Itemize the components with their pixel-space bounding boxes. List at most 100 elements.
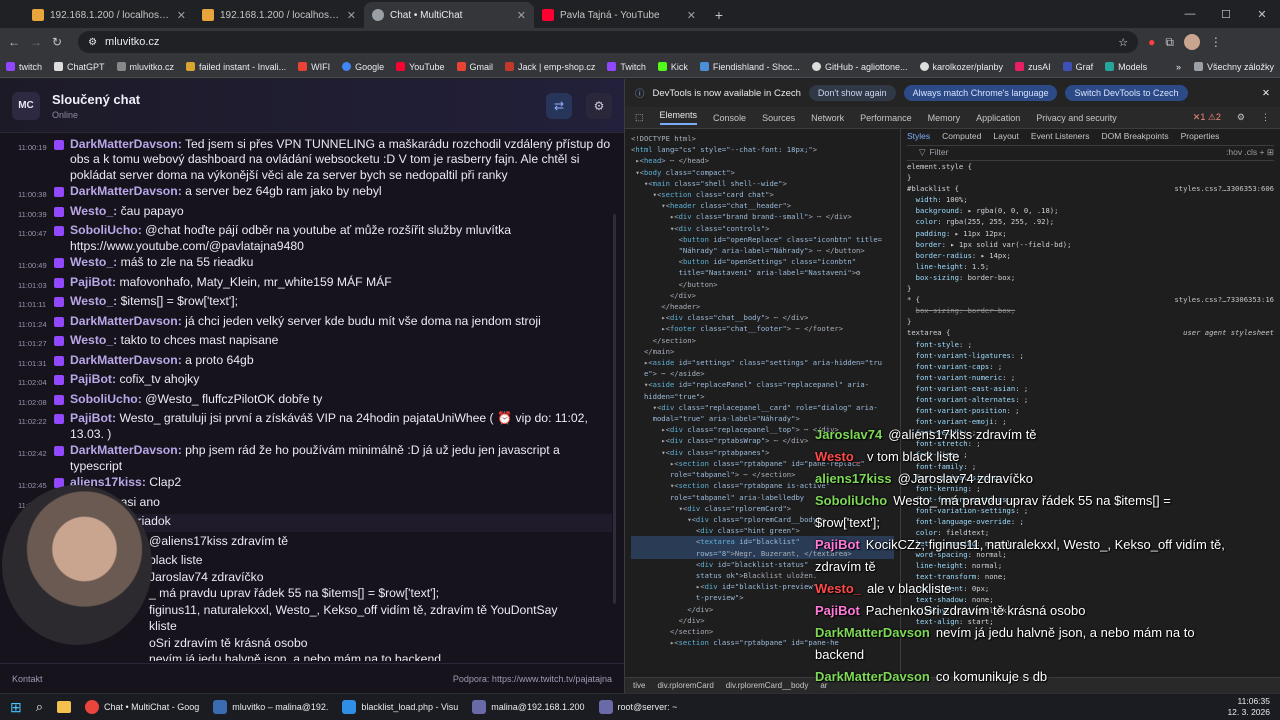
tab-application[interactable]: Application [976, 113, 1020, 123]
message-username[interactable]: SoboliUcho: [70, 392, 142, 406]
bookmark-item[interactable]: failed instant - Invali... [186, 62, 286, 72]
bookmark-item[interactable]: Graf [1062, 62, 1093, 72]
bookmark-item[interactable]: Gmail [456, 62, 493, 72]
close-tab-icon[interactable]: ✕ [347, 9, 356, 22]
support-link[interactable]: Podpora: https://www.twitch.tv/pajatajna [453, 674, 612, 684]
extensions-puzzle-icon[interactable]: ⧉ [1165, 35, 1174, 50]
dont-show-again-button[interactable]: Don't show again [808, 85, 896, 101]
bookmark-item[interactable]: Fiendishland - Shoc... [699, 62, 800, 72]
bookmark-item[interactable]: twitch [6, 62, 42, 72]
tab-network[interactable]: Network [811, 113, 844, 123]
close-tab-icon[interactable]: ✕ [687, 9, 696, 22]
bookmark-item[interactable]: Models [1105, 62, 1147, 72]
browser-tab-3[interactable]: Chat • MultiChat ✕ [364, 2, 534, 28]
tab-elements[interactable]: Elements [659, 110, 698, 125]
elements-tree[interactable]: <!DOCTYPE html> <html lang="cs" style="-… [625, 129, 901, 673]
message-username[interactable]: Westo_: [70, 204, 117, 218]
bookmark-item[interactable]: Google [342, 62, 384, 72]
tab-event-listeners[interactable]: Event Listeners [1031, 131, 1090, 142]
profile-avatar[interactable] [1183, 34, 1200, 50]
minimize-icon[interactable]: — [1172, 0, 1208, 28]
tab-sources[interactable]: Sources [762, 113, 795, 123]
maximize-icon[interactable]: ☐ [1208, 0, 1244, 28]
breadcrumb-item[interactable]: div.rploremCard__body [726, 681, 809, 690]
message-username[interactable]: PajiBot: [70, 411, 116, 425]
message-username[interactable]: Westo_: [70, 255, 117, 269]
message-username[interactable]: Westo_: [70, 333, 117, 347]
message-username[interactable]: DarkMatterDavson: [70, 443, 182, 457]
message-username[interactable]: PajiBot: [70, 275, 116, 289]
close-tab-icon[interactable]: ✕ [177, 9, 186, 22]
menu-kebab-icon[interactable]: ⋮ [1210, 35, 1222, 49]
taskbar-item[interactable]: blacklist_load.php - Visu [342, 700, 458, 714]
close-tab-icon[interactable]: ✕ [517, 9, 526, 22]
dom-line-selected[interactable]: <textarea id="blacklist" [631, 536, 894, 548]
styles-pane[interactable]: Styles Computed Layout Event Listeners D… [901, 129, 1280, 673]
message-username[interactable]: DarkMatterDavson: [70, 137, 182, 151]
message-username[interactable]: SoboliUcho: [70, 223, 142, 237]
system-clock[interactable]: 11:06:35 12. 3. 2026 [1227, 696, 1270, 718]
gear-icon[interactable]: ⚙ [1237, 112, 1245, 123]
switch-language-button[interactable]: Switch DevTools to Czech [1065, 85, 1188, 101]
bookmark-item[interactable]: Kick [657, 62, 688, 72]
tab-dom-breakpoints[interactable]: DOM Breakpoints [1102, 131, 1169, 142]
taskbar-item[interactable]: malina@192.168.1.200 [472, 700, 585, 714]
message-username[interactable]: DarkMatterDavson: [70, 314, 182, 328]
browser-tab-2[interactable]: 192.168.1.200 / localhost / mlu ✕ [194, 2, 364, 28]
browser-tab-4[interactable]: Pavla Tajná - YouTube ✕ [534, 2, 704, 28]
chat-scrollbar[interactable] [613, 214, 616, 604]
message-username[interactable]: DarkMatterDavson: [70, 184, 182, 198]
new-tab-button[interactable]: + [704, 2, 734, 28]
tab-properties[interactable]: Properties [1181, 131, 1220, 142]
tab-computed[interactable]: Computed [942, 131, 981, 142]
bookmark-item[interactable]: karolkozer/planby [919, 62, 1003, 72]
tab-privacy[interactable]: Privacy and security [1036, 113, 1117, 123]
message-username[interactable]: PajiBot: [70, 372, 116, 386]
extension-icon[interactable]: ● [1148, 35, 1155, 49]
menu-kebab-icon[interactable]: ⋮ [1261, 112, 1270, 123]
breadcrumb-item[interactable]: div.rploremCard [657, 681, 713, 690]
all-bookmarks[interactable]: » Všechny záložky [1176, 62, 1274, 72]
bookmark-item[interactable]: Twitch [607, 62, 646, 72]
bookmark-item[interactable]: YouTube [396, 62, 445, 72]
error-badge[interactable]: ✕1 ⚠2 [1193, 112, 1221, 123]
taskbar-item[interactable]: Chat • MultiChat - Goog [85, 700, 199, 714]
message-username[interactable]: Westo_: [70, 294, 117, 308]
site-info-icon[interactable]: ⚙ [88, 37, 97, 48]
message-username[interactable]: DarkMatterDavson: [70, 353, 182, 367]
taskbar-item[interactable]: mluvitko – malina@192. [213, 700, 328, 714]
contact-link[interactable]: Kontakt [12, 674, 43, 684]
bookmark-item[interactable]: mluvitko.cz [116, 62, 174, 72]
bookmark-item[interactable]: GitHub - agliottone... [811, 62, 908, 72]
tab-performance[interactable]: Performance [860, 113, 912, 123]
file-explorer-icon[interactable] [57, 701, 72, 713]
settings-button[interactable]: ⚙ [586, 92, 612, 119]
close-icon[interactable]: ✕ [1262, 88, 1270, 99]
reload-icon[interactable]: ↻ [52, 35, 62, 49]
browser-tab-1[interactable]: 192.168.1.200 / localhost / mlu ✕ [24, 2, 194, 28]
breadcrumb-item[interactable]: tive [633, 681, 645, 690]
match-language-button[interactable]: Always match Chrome's language [903, 85, 1058, 101]
bookmark-item[interactable]: ChatGPT [54, 62, 105, 72]
forward-icon[interactable]: → [30, 35, 42, 49]
dom-line-selected[interactable]: rows="8">Negr, Buzerant, </textarea> [631, 547, 894, 559]
taskbar-item[interactable]: root@server: ~ [598, 700, 677, 714]
replacements-button[interactable]: ⇄ [546, 92, 572, 119]
tab-layout[interactable]: Layout [993, 131, 1019, 142]
address-bar[interactable]: ⚙ mluvitko.cz ☆ [78, 31, 1139, 53]
styles-filter[interactable]: ▽ Filter :hov .cls + ⊞ [907, 146, 1274, 161]
inspect-icon[interactable]: ⬚ [635, 112, 644, 123]
bookmark-item[interactable]: WIFI [298, 62, 330, 72]
bookmark-item[interactable]: Jack | emp-shop.cz [505, 62, 595, 72]
tab-console[interactable]: Console [713, 113, 746, 123]
tab-memory[interactable]: Memory [928, 113, 961, 123]
windows-start-icon[interactable]: ⊞ [10, 699, 22, 716]
bookmark-item[interactable]: zusAI [1015, 62, 1051, 72]
filter-toggles[interactable]: :hov .cls + ⊞ [1226, 147, 1274, 158]
bookmark-star-icon[interactable]: ☆ [1118, 36, 1128, 49]
close-window-icon[interactable]: ✕ [1244, 0, 1280, 28]
breadcrumb-item[interactable]: ar [820, 681, 827, 690]
back-icon[interactable]: ← [8, 35, 20, 49]
tab-styles[interactable]: Styles [907, 131, 930, 142]
search-icon[interactable]: ⌕ [36, 699, 43, 715]
